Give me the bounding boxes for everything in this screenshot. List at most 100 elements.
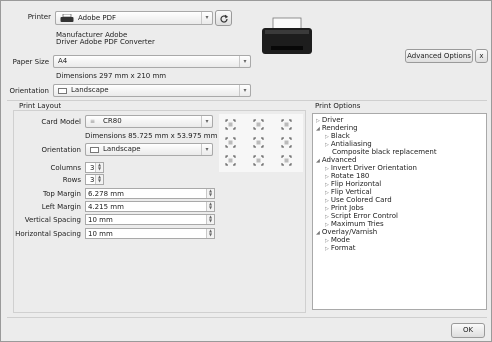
tree-item[interactable]: ◢ Rendering	[316, 124, 358, 132]
paper-size-value: A4	[58, 57, 68, 65]
divider	[7, 317, 487, 318]
columns-value: 3	[90, 164, 95, 172]
paper-dimensions: Dimensions 297 mm x 210 mm	[56, 72, 167, 80]
vertical-spacing-value: 10 mm	[88, 216, 113, 224]
columns-label: Columns	[50, 164, 81, 172]
chevron-down-icon: ▾	[201, 12, 212, 24]
rows-value: 3	[90, 176, 95, 184]
top-margin-value: 6.278 mm	[88, 190, 124, 198]
refresh-icon	[219, 14, 229, 24]
card-model-label: Card Model	[41, 118, 81, 126]
print-options-tree: ▷ Driver ◢ Rendering ▷ Black ▷ Antialiasing Comp…	[312, 113, 487, 310]
orientation-value: Landscape	[71, 86, 109, 94]
tree-item-label: Flip Vertical	[330, 188, 372, 196]
card-preview-icon	[253, 119, 264, 130]
card-model-value: CR80	[103, 117, 122, 125]
expanded-arrow-icon[interactable]: ◢	[316, 158, 320, 164]
card-preview-icon	[281, 119, 292, 130]
card-preview-grid	[219, 114, 303, 172]
card-preview-icon	[225, 137, 236, 148]
tree-item-label: Advanced	[321, 156, 357, 164]
tree-item-label: Black	[330, 132, 350, 140]
tree-item[interactable]: ▷ Antialiasing	[325, 140, 372, 148]
chevron-down-icon[interactable]: ▼	[96, 179, 103, 183]
chevron-down-icon[interactable]: ▼	[207, 233, 214, 237]
horizontal-spacing-field[interactable]: 10 mm ▲ ▼	[85, 228, 215, 239]
top-margin-spin[interactable]: ▲ ▼	[206, 189, 214, 198]
paper-size-select[interactable]: A4 ▾	[53, 55, 251, 68]
tree-item[interactable]: ▷ Mode	[325, 236, 350, 244]
horizontal-spacing-label: Horizontal Spacing	[15, 230, 81, 238]
card-preview-icon	[225, 155, 236, 166]
collapsed-arrow-icon[interactable]: ▷	[325, 246, 329, 252]
card-preview-icon	[281, 155, 292, 166]
tree-item-label: Rendering	[321, 124, 358, 132]
top-margin-field[interactable]: 6.278 mm ▲ ▼	[85, 188, 215, 199]
left-margin-spin[interactable]: ▲ ▼	[206, 202, 214, 211]
vertical-spacing-spin[interactable]: ▲ ▼	[206, 215, 214, 224]
vertical-spacing-field[interactable]: 10 mm ▲ ▼	[85, 214, 215, 225]
card-orientation-select[interactable]: Landscape ▾	[85, 143, 213, 156]
tree-item-label: Use Colored Card	[330, 196, 392, 204]
tree-item-label: Script Error Control	[330, 212, 398, 220]
close-icon: x	[479, 52, 484, 60]
card-model-icon: ≡	[90, 118, 96, 125]
tree-item[interactable]: ▷ Driver	[316, 116, 343, 124]
expanded-arrow-icon[interactable]: ◢	[316, 230, 320, 236]
columns-stepper[interactable]: 3 ▲ ▼	[85, 162, 104, 173]
tree-item[interactable]: ◢ Overlay/Varnish	[316, 228, 377, 236]
tree-item[interactable]: ▷ Format	[325, 244, 356, 252]
rows-label: Rows	[62, 176, 81, 184]
ok-button[interactable]: OK	[451, 323, 485, 338]
card-orientation-value: Landscape	[103, 145, 141, 153]
rows-spin[interactable]: ▲ ▼	[95, 175, 103, 184]
tree-item[interactable]: ▷ Invert Driver Orientation	[325, 164, 417, 172]
horizontal-spacing-spin[interactable]: ▲ ▼	[206, 229, 214, 238]
tree-item[interactable]: ▷ Flip Horizontal	[325, 180, 381, 188]
left-margin-value: 4.215 mm	[88, 203, 124, 211]
card-orientation-label: Orientation	[41, 146, 81, 154]
chevron-down-icon[interactable]: ▼	[207, 193, 214, 197]
tree-item-label: Mode	[330, 236, 350, 244]
chevron-down-icon[interactable]: ▼	[96, 167, 103, 171]
columns-spin[interactable]: ▲ ▼	[95, 163, 103, 172]
tree-item-label: Antialiasing	[330, 140, 372, 148]
printer-label: Printer	[27, 13, 51, 21]
printer-driver: Driver Adobe PDF Converter	[56, 38, 155, 46]
vertical-spacing-label: Vertical Spacing	[24, 216, 81, 224]
printer-select[interactable]: Adobe PDF ▾	[55, 11, 213, 25]
tree-item-label: Driver	[321, 116, 344, 124]
tree-item-label: Format	[330, 244, 356, 252]
landscape-icon	[58, 88, 67, 94]
tree-item-label: Invert Driver Orientation	[330, 164, 417, 172]
tree-item[interactable]: ▷ Use Colored Card	[325, 196, 392, 204]
expanded-arrow-icon[interactable]: ◢	[316, 126, 320, 132]
refresh-button[interactable]	[215, 10, 232, 26]
left-margin-field[interactable]: 4.215 mm ▲ ▼	[85, 201, 215, 212]
card-model-select[interactable]: ≡ CR80 ▾	[85, 115, 213, 128]
tree-item[interactable]: ▷ Print Jobs	[325, 204, 364, 212]
top-margin-label: Top Margin	[43, 190, 81, 198]
orientation-select[interactable]: Landscape ▾	[53, 84, 251, 97]
chevron-down-icon: ▾	[239, 85, 250, 96]
card-preview-icon	[253, 137, 264, 148]
chevron-down-icon[interactable]: ▼	[207, 206, 214, 210]
tree-item[interactable]: ◢ Advanced	[316, 156, 356, 164]
tree-item[interactable]: ▷ Maximum Tries	[325, 220, 384, 228]
tree-item[interactable]: ▷ Flip Vertical	[325, 188, 372, 196]
horizontal-spacing-value: 10 mm	[88, 230, 113, 238]
tree-item-label: Rotate 180	[330, 172, 370, 180]
chevron-down-icon: ▾	[201, 144, 212, 155]
advanced-options-button[interactable]: Advanced Options	[405, 49, 473, 63]
chevron-down-icon: ▾	[201, 116, 212, 127]
rows-stepper[interactable]: 3 ▲ ▼	[85, 174, 104, 185]
close-button[interactable]: x	[475, 49, 488, 63]
tree-item[interactable]: Composite black replacement	[325, 148, 437, 156]
printer-value: Adobe PDF	[78, 14, 117, 22]
tree-item[interactable]: ▷ Black	[325, 132, 350, 140]
tree-item-label: Maximum Tries	[330, 220, 384, 228]
tree-item[interactable]: ▷ Rotate 180	[325, 172, 369, 180]
chevron-down-icon[interactable]: ▼	[207, 219, 214, 223]
tree-item[interactable]: ▷ Script Error Control	[325, 212, 398, 220]
printer-icon	[60, 13, 74, 23]
